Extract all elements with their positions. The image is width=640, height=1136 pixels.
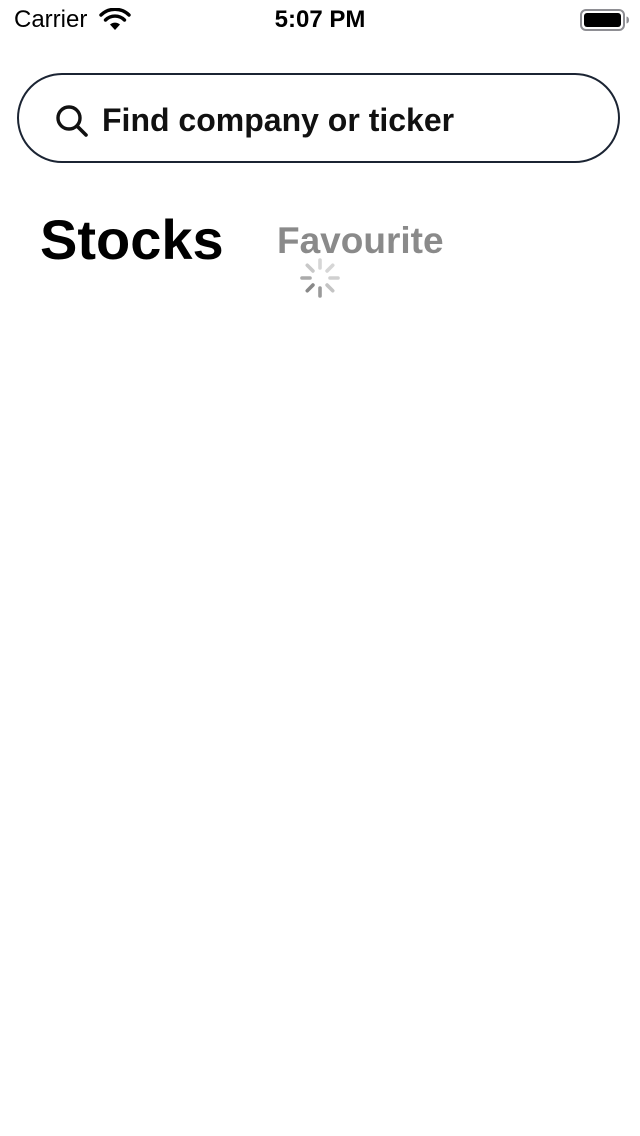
status-time: 5:07 PM bbox=[274, 6, 366, 33]
tab-stocks[interactable]: Stocks bbox=[40, 208, 224, 272]
search-input[interactable]: Find company or ticker bbox=[17, 73, 620, 163]
search-icon bbox=[56, 105, 88, 137]
tab-favourite[interactable]: Favourite bbox=[277, 220, 444, 262]
status-bar: Carrier 5:07 PM bbox=[0, 0, 640, 40]
search-placeholder: Find company or ticker bbox=[102, 102, 455, 138]
battery-full-icon bbox=[580, 9, 629, 31]
loading-spinner-icon bbox=[300, 258, 340, 298]
